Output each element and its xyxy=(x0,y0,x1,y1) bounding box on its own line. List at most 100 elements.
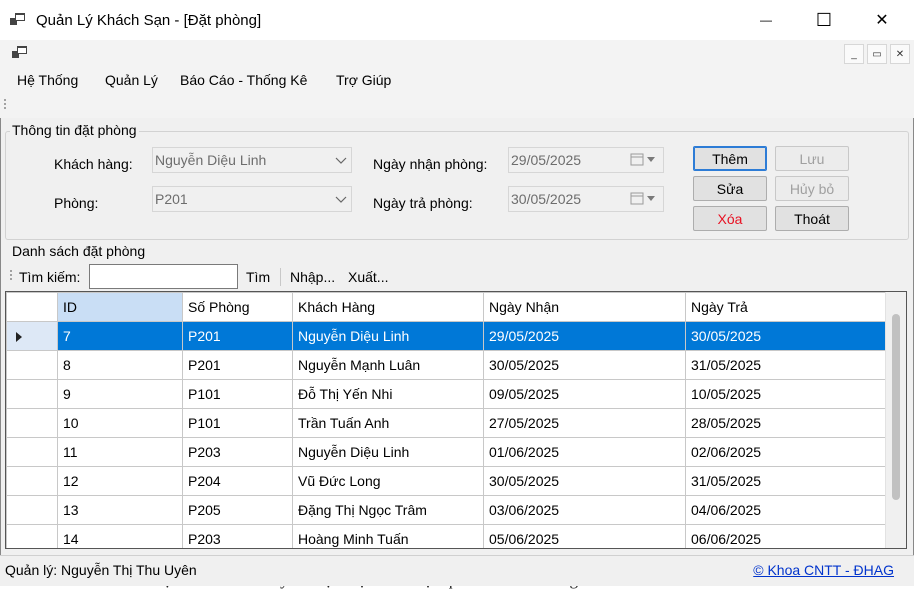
exit-button[interactable]: Thoát xyxy=(775,206,849,231)
table-cell[interactable]: Đặng Thị Ngọc Trâm xyxy=(292,495,484,525)
table-cell[interactable]: 10 xyxy=(57,408,183,438)
row-header[interactable] xyxy=(6,495,58,525)
column-header-customer[interactable]: Khách Hàng xyxy=(292,292,484,322)
cancel-button[interactable]: Hủy bỏ xyxy=(775,176,849,201)
row-header-corner[interactable] xyxy=(6,292,58,322)
save-button[interactable]: Lưu xyxy=(775,146,849,171)
row-header[interactable] xyxy=(6,437,58,467)
grip-icon[interactable] xyxy=(9,269,13,283)
table-cell[interactable]: 31/05/2025 xyxy=(685,466,887,496)
customer-combobox[interactable]: Nguyễn Diệu Linh xyxy=(152,147,352,173)
table-cell[interactable]: 27/05/2025 xyxy=(483,408,686,438)
import-button[interactable]: Nhập... xyxy=(290,269,335,285)
table-cell[interactable]: P101 xyxy=(182,379,293,409)
scrollbar-thumb[interactable] xyxy=(892,314,900,500)
grip-icon[interactable] xyxy=(3,98,7,112)
table-cell[interactable]: 29/05/2025 xyxy=(483,321,686,351)
table-cell[interactable]: 8 xyxy=(57,350,183,380)
table-cell[interactable]: P101 xyxy=(182,408,293,438)
calendar-dropdown-icon xyxy=(630,192,655,205)
booking-info-group xyxy=(5,131,909,240)
manager-status: Quản lý: Nguyễn Thị Thu Uyên xyxy=(5,562,197,578)
table-cell[interactable]: 04/06/2025 xyxy=(685,495,887,525)
row-header[interactable] xyxy=(6,408,58,438)
table-cell[interactable]: P203 xyxy=(182,437,293,467)
table-cell[interactable]: 12 xyxy=(57,466,183,496)
row-header[interactable] xyxy=(6,524,58,548)
row-header[interactable] xyxy=(6,466,58,496)
table-cell[interactable]: 30/05/2025 xyxy=(685,321,887,351)
table-row[interactable]: 14 P203 Hoàng Minh Tuấn 05/06/2025 06/06/202… xyxy=(6,524,887,548)
table-cell[interactable]: Hoàng Minh Tuấn xyxy=(292,524,484,548)
table-cell[interactable]: P203 xyxy=(182,524,293,548)
checkout-datepicker[interactable]: 30/05/2025 xyxy=(508,186,664,212)
table-row[interactable]: 8 P201 Nguyễn Mạnh Luân 30/05/2025 31/05/202… xyxy=(6,350,887,380)
table-cell[interactable]: 7 xyxy=(57,321,183,351)
credit-link[interactable]: © Khoa CNTT - ĐHAG xyxy=(753,562,894,578)
row-header[interactable] xyxy=(6,350,58,380)
table-cell[interactable]: 30/05/2025 xyxy=(483,466,686,496)
mdi-close-button[interactable]: ✕ xyxy=(890,44,910,64)
table-cell[interactable]: P205 xyxy=(182,495,293,525)
room-combobox[interactable]: P201 xyxy=(152,186,352,212)
table-cell[interactable]: 02/06/2025 xyxy=(685,437,887,467)
table-cell[interactable]: 05/06/2025 xyxy=(483,524,686,548)
column-header-checkout[interactable]: Ngày Trả xyxy=(685,292,887,322)
table-row[interactable]: 12 P204 Vũ Đức Long 30/05/2025 31/05/2025 xyxy=(6,466,887,496)
menu-item-reports[interactable]: Báo Cáo - Thống Kê xyxy=(180,72,307,88)
window-title: Quản Lý Khách Sạn - [Đặt phòng] xyxy=(36,12,262,29)
table-cell[interactable]: 28/05/2025 xyxy=(685,408,887,438)
minimize-button[interactable]: — xyxy=(737,0,795,40)
column-header-room[interactable]: Số Phòng xyxy=(182,292,293,322)
edit-button[interactable]: Sửa xyxy=(693,176,767,201)
menu-item-system[interactable]: Hệ Thống xyxy=(17,72,78,88)
table-cell[interactable]: P201 xyxy=(182,321,293,351)
table-cell[interactable]: 09/05/2025 xyxy=(483,379,686,409)
checkin-datepicker[interactable]: 29/05/2025 xyxy=(508,147,664,173)
row-header[interactable] xyxy=(6,321,58,351)
delete-button[interactable]: Xóa xyxy=(693,206,767,231)
table-cell[interactable]: Nguyễn Diệu Linh xyxy=(292,437,484,467)
maximize-icon: ☐ xyxy=(815,9,833,30)
mdi-minimize-button[interactable]: _ xyxy=(844,44,864,64)
title-bar[interactable]: Quản Lý Khách Sạn - [Đặt phòng] — ☐ ✕ xyxy=(0,0,914,40)
table-row[interactable]: 11 P203 Nguyễn Diệu Linh 01/06/2025 02/06/20… xyxy=(6,437,887,467)
search-input[interactable] xyxy=(89,264,238,289)
export-button[interactable]: Xuất... xyxy=(348,269,388,285)
table-cell[interactable]: 06/06/2025 xyxy=(685,524,887,548)
status-bar: Quản lý: Nguyễn Thị Thu Uyên © Khoa CNTT… xyxy=(0,555,914,586)
menu-item-help[interactable]: Trợ Giúp xyxy=(336,72,391,88)
mdi-restore-button[interactable]: ▭ xyxy=(867,44,887,64)
column-header-id[interactable]: ID xyxy=(57,292,183,322)
table-cell[interactable]: Nguyễn Mạnh Luân xyxy=(292,350,484,380)
table-cell[interactable]: 30/05/2025 xyxy=(483,350,686,380)
column-header-checkin[interactable]: Ngày Nhận xyxy=(483,292,686,322)
table-row[interactable]: 10 P101 Trần Tuấn Anh 27/05/2025 28/05/2025 xyxy=(6,408,887,438)
table-cell[interactable]: Đỗ Thị Yến Nhi xyxy=(292,379,484,409)
table-row[interactable]: 9 P101 Đỗ Thị Yến Nhi 09/05/2025 10/05/2025 xyxy=(6,379,887,409)
vertical-scrollbar[interactable] xyxy=(885,292,906,548)
table-cell[interactable]: 10/05/2025 xyxy=(685,379,887,409)
table-cell[interactable]: P204 xyxy=(182,466,293,496)
table-cell[interactable]: 13 xyxy=(57,495,183,525)
add-button[interactable]: Thêm xyxy=(693,146,767,171)
maximize-button[interactable]: ☐ xyxy=(795,0,853,40)
table-cell[interactable]: 11 xyxy=(57,437,183,467)
table-cell[interactable]: 9 xyxy=(57,379,183,409)
booking-datagrid[interactable]: ID Số Phòng Khách Hàng Ngày Nhận Ngày Tr… xyxy=(5,291,907,549)
table-cell[interactable]: P201 xyxy=(182,350,293,380)
search-button[interactable]: Tìm xyxy=(246,269,270,285)
booking-table: ID Số Phòng Khách Hàng Ngày Nhận Ngày Tr… xyxy=(6,292,887,548)
table-cell[interactable]: Trần Tuấn Anh xyxy=(292,408,484,438)
table-cell[interactable]: Vũ Đức Long xyxy=(292,466,484,496)
table-cell[interactable]: 01/06/2025 xyxy=(483,437,686,467)
menu-item-manage[interactable]: Quản Lý xyxy=(105,72,158,88)
table-cell[interactable]: Nguyễn Diệu Linh xyxy=(292,321,484,351)
table-cell[interactable]: 31/05/2025 xyxy=(685,350,887,380)
table-cell[interactable]: 14 xyxy=(57,524,183,548)
table-row[interactable]: 7 P201 Nguyễn Diệu Linh 29/05/2025 30/05/202… xyxy=(6,321,887,351)
close-button[interactable]: ✕ xyxy=(853,0,911,40)
table-cell[interactable]: 03/06/2025 xyxy=(483,495,686,525)
table-row[interactable]: 13 P205 Đặng Thị Ngọc Trâm 03/06/2025 04/06/… xyxy=(6,495,887,525)
row-header[interactable] xyxy=(6,379,58,409)
